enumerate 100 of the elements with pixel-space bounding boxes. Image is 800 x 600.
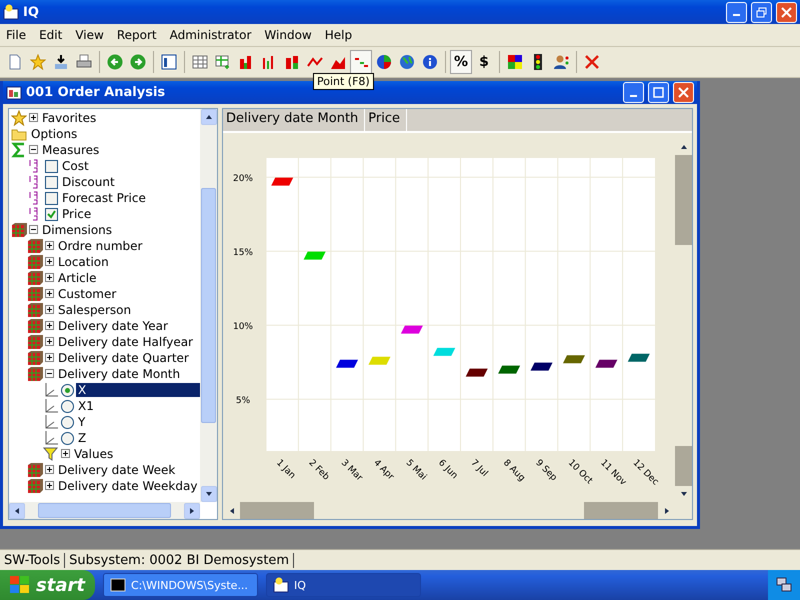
maximize-button[interactable] [648, 82, 669, 103]
tree-item[interactable]: Forecast Price [60, 191, 148, 205]
scrollbar-thumb[interactable] [584, 502, 658, 519]
checkbox[interactable] [45, 176, 58, 188]
data-point [498, 366, 520, 374]
scrollbar-thumb[interactable] [38, 503, 172, 518]
checkbox[interactable] [45, 208, 58, 220]
radio-button[interactable] [61, 416, 74, 428]
tree-item[interactable]: Delivery date Quarter [56, 351, 191, 365]
close-button[interactable] [776, 2, 797, 22]
radio-button[interactable] [61, 384, 74, 396]
tree-item[interactable]: Options [29, 127, 80, 141]
tree-item[interactable]: Discount [60, 175, 117, 189]
axis-label: 3 Mar [338, 458, 364, 484]
table-icon [192, 54, 208, 70]
bar-chart-icon [238, 54, 254, 70]
tooltip: Point (F8) [313, 73, 374, 90]
close-button[interactable] [673, 82, 694, 103]
tree-item[interactable]: X1 [76, 399, 96, 413]
cube-icon [27, 334, 43, 350]
window-icon [6, 84, 22, 100]
radio-button[interactable] [61, 432, 74, 444]
cube-icon [27, 286, 43, 302]
horizontal-scrollbar[interactable] [9, 502, 200, 519]
tree-item[interactable]: Z [76, 431, 88, 445]
toolbar-button[interactable]: $ [473, 50, 495, 74]
tree-item[interactable]: Delivery date Week [56, 463, 178, 477]
arrow-up-icon [680, 143, 688, 151]
column-header[interactable]: Delivery date Month [223, 109, 366, 131]
expand-icon [45, 337, 54, 346]
cube-icon [27, 462, 43, 478]
vertical-scrollbar[interactable] [200, 109, 217, 502]
menu-item[interactable]: Administrator [164, 28, 258, 42]
arrow-right-icon [188, 506, 196, 514]
menu-item[interactable]: Report [110, 28, 164, 42]
toolbar-button[interactable]: % [450, 50, 472, 74]
axis-label: 10 Oct [566, 458, 594, 486]
tree-item[interactable]: Location [56, 255, 111, 269]
console-icon [110, 577, 126, 593]
radio-button[interactable] [61, 400, 74, 412]
tree-item[interactable]: Delivery date Weekday [56, 479, 200, 493]
restore-button[interactable] [751, 2, 772, 22]
expand-icon [45, 321, 54, 330]
minimize-icon [733, 14, 740, 16]
menu-item[interactable]: Help [318, 28, 360, 42]
tree-item[interactable]: Favorites [40, 111, 98, 125]
data-point [336, 360, 358, 368]
arrow-left-icon [228, 506, 236, 514]
info-icon [422, 54, 438, 70]
expand-icon [45, 353, 54, 362]
tree-item[interactable]: Values [72, 447, 116, 461]
cube-icon [27, 270, 43, 286]
menu-item[interactable]: Window [258, 28, 319, 42]
window-title: 001 Order Analysis [26, 85, 166, 100]
minimize-button[interactable] [623, 82, 644, 103]
axis-icon [43, 382, 59, 398]
start-button[interactable]: start [0, 570, 95, 600]
tree-item[interactable]: Y [76, 415, 88, 429]
menu-item[interactable]: File [0, 28, 34, 42]
scrollbar-thumb[interactable] [201, 188, 216, 424]
tree-item[interactable]: Ordre number [56, 239, 144, 253]
taskbar-button[interactable]: IQ [266, 573, 421, 597]
axis-label: 7 Jul [468, 458, 490, 479]
tree-item[interactable]: X [76, 383, 200, 397]
document-icon [7, 54, 23, 70]
tree-item[interactable]: Dimensions [40, 223, 114, 237]
cube-icon [11, 222, 27, 238]
checkbox[interactable] [45, 192, 58, 204]
tree-item[interactable]: Cost [60, 159, 91, 173]
download-icon [53, 54, 69, 70]
tree-item[interactable]: Measures [40, 143, 102, 157]
tree-item[interactable]: Delivery date Month [56, 367, 182, 381]
close-icon [678, 87, 689, 98]
tree-item[interactable]: Salesperson [56, 303, 134, 317]
axis-icon [43, 414, 59, 430]
menu-item[interactable]: View [69, 28, 111, 42]
arrow-left-icon [13, 506, 21, 514]
expand-icon [45, 257, 54, 266]
tree-item[interactable]: Article [56, 271, 98, 285]
toolbar-button[interactable] [350, 50, 372, 74]
window-title: IQ [23, 4, 40, 20]
scrollbar-thumb[interactable] [675, 446, 692, 486]
tree-item[interactable]: Delivery date Halfyear [56, 335, 195, 349]
table-add-icon [215, 54, 231, 70]
minimize-button[interactable] [726, 2, 747, 22]
scrollbar-thumb[interactable] [240, 502, 314, 519]
expand-icon [45, 481, 54, 490]
taskbar-button[interactable]: C:\WINDOWS\Syste... [103, 573, 258, 597]
scrollbar-thumb[interactable] [675, 155, 692, 245]
collapse-icon [29, 145, 38, 154]
tree-item[interactable]: Price [60, 207, 94, 221]
checkbox[interactable] [45, 160, 58, 172]
tree-item[interactable]: Customer [56, 287, 118, 301]
tree-item[interactable]: Delivery date Year [56, 319, 170, 333]
expand-icon [45, 305, 54, 314]
star-icon [11, 110, 27, 126]
axis-label: 6 Jun [436, 458, 460, 482]
menu-item[interactable]: Edit [33, 28, 70, 42]
axis-icon [43, 398, 59, 414]
column-header[interactable]: Price [365, 109, 408, 131]
